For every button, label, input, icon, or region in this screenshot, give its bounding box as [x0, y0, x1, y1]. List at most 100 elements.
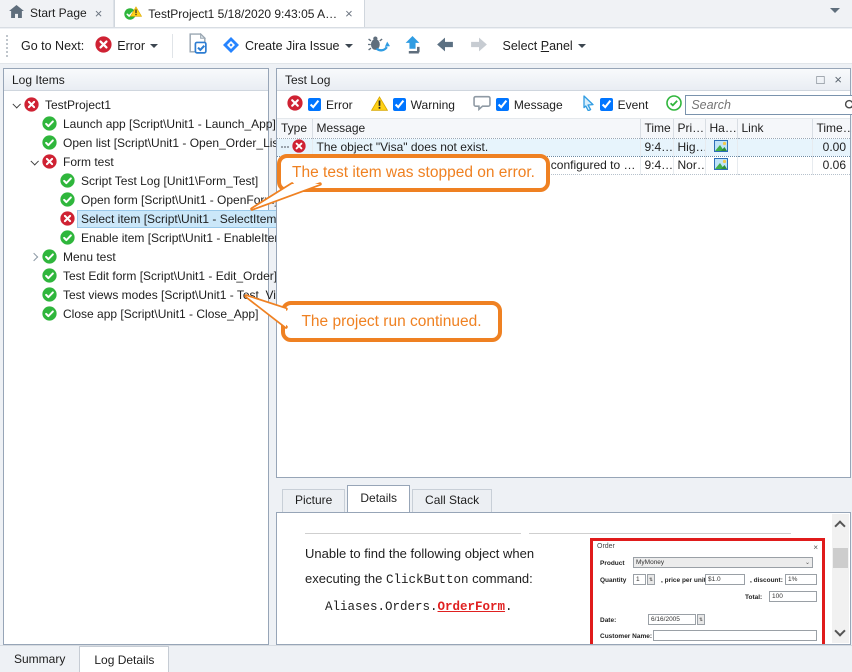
- tab-summary[interactable]: Summary: [0, 646, 79, 672]
- back-button[interactable]: [432, 34, 458, 58]
- post-issue-button[interactable]: [184, 31, 211, 61]
- discount-field: 1%: [785, 574, 817, 585]
- col-time[interactable]: Time: [640, 119, 673, 138]
- callout-tail: [245, 182, 335, 216]
- tab-list-dropdown-icon[interactable]: [830, 8, 840, 18]
- filter-message: Message: [473, 95, 563, 114]
- tree-item-test-edit-form[interactable]: Test Edit form [Script\Unit1 - Edit_Orde…: [4, 266, 268, 285]
- error-icon: [287, 95, 303, 114]
- scrollbar-thumb[interactable]: [833, 548, 848, 568]
- tree-item-script-test-log[interactable]: Script Test Log [Unit1\Form_Test]: [4, 171, 268, 190]
- close-icon[interactable]: ×: [343, 6, 355, 21]
- expander-icon[interactable]: [26, 254, 42, 260]
- message-filter-checkbox[interactable]: [496, 98, 509, 111]
- ok-icon: [60, 192, 78, 207]
- tab-picture[interactable]: Picture: [282, 489, 345, 512]
- panel-title: Test Log: [285, 73, 330, 87]
- go-to-parent-button[interactable]: [401, 33, 424, 59]
- test-result-warning-icon: [124, 6, 142, 22]
- toolbar-separator: [172, 34, 173, 58]
- tab-log-details[interactable]: Log Details: [79, 646, 169, 672]
- log-items-tree: TestProject1 Launch app [Script\Unit1 - …: [4, 91, 268, 323]
- tab-start-page[interactable]: Start Page ×: [0, 0, 114, 27]
- tree-item-open-list[interactable]: Open list [Script\Unit1 - Open_Order_Lis…: [4, 133, 268, 152]
- filter-error: Error: [287, 95, 353, 114]
- result-view-tabs: Summary Log Details: [0, 645, 852, 672]
- log-filter-bar: Error Warning Message Event: [277, 91, 850, 119]
- bug-arrow-icon: [367, 35, 390, 57]
- total-field: 100: [769, 591, 817, 602]
- chevron-down-icon[interactable]: [150, 44, 158, 52]
- scroll-down-icon[interactable]: [834, 625, 845, 636]
- callout-tail: [240, 290, 300, 335]
- tree-item-open-form[interactable]: Open form [Script\Unit1 - OpenForm]: [4, 190, 268, 209]
- tree-item-select-item[interactable]: Select item [Script\Unit1 - SelectItem]: [4, 209, 268, 228]
- test-log-panel: Test Log □ × Error Warning Message Event: [276, 68, 851, 478]
- warning-filter-checkbox[interactable]: [393, 98, 406, 111]
- error-icon: [60, 211, 78, 226]
- tab-call-stack[interactable]: Call Stack: [412, 489, 492, 512]
- toolbar-grip[interactable]: [6, 35, 9, 57]
- tab-details[interactable]: Details: [347, 485, 410, 512]
- tree-item-form-test[interactable]: Form test: [4, 152, 268, 171]
- error-filter-checkbox[interactable]: [308, 98, 321, 111]
- select-panel-button[interactable]: Select Panel: [500, 37, 589, 55]
- time2-cell: 0.06: [812, 156, 850, 174]
- event-filter-checkbox[interactable]: [600, 98, 613, 111]
- filter-label: Error: [326, 98, 353, 112]
- tree-item-test-views-modes[interactable]: Test views modes [Script\Unit1 - Test_Vi…: [4, 285, 268, 304]
- scroll-up-icon[interactable]: [834, 520, 845, 531]
- error-details-text: Unable to find the following object when…: [305, 541, 567, 620]
- expander-icon[interactable]: [26, 159, 42, 165]
- col-priority[interactable]: Pri…: [673, 119, 705, 138]
- detail-tab-bar: Picture Details Call Stack: [276, 486, 851, 512]
- document-check-icon: [187, 33, 208, 59]
- col-time2[interactable]: Time…: [812, 119, 850, 138]
- maximize-icon[interactable]: □: [817, 72, 825, 87]
- date-field: 6/16/2005: [648, 614, 696, 625]
- filter-label: Event: [618, 98, 649, 112]
- divider: [305, 533, 521, 534]
- log-items-panel: Log Items TestProject1 Launch app [Scrip…: [3, 68, 269, 645]
- filter-event: Event: [581, 95, 649, 114]
- vertical-scrollbar[interactable]: [832, 514, 849, 643]
- cursor-arrow-icon: [581, 95, 595, 114]
- warning-icon: [371, 96, 388, 114]
- create-jira-issue-button[interactable]: Create Jira Issue: [219, 34, 355, 59]
- tree-item-menu-test[interactable]: Menu test: [4, 247, 268, 266]
- col-message[interactable]: Message: [312, 119, 640, 138]
- go-to-next-error-button[interactable]: Error: [92, 34, 161, 58]
- price-field: $1.0: [705, 574, 745, 585]
- tab-test-project-log[interactable]: TestProject1 5/18/2020 9:43:05 A… ×: [114, 0, 364, 27]
- orderform-link[interactable]: OrderForm: [438, 600, 506, 614]
- ok-icon: [42, 306, 60, 321]
- picture-icon[interactable]: [714, 141, 728, 155]
- quantity-field: 1: [633, 574, 646, 585]
- col-has-picture[interactable]: Ha…: [705, 119, 737, 138]
- col-type[interactable]: Type: [277, 119, 312, 138]
- divider: [529, 533, 791, 534]
- log-table-header: Type Message Time Pri… Ha… Link Time…: [277, 119, 850, 138]
- col-link[interactable]: Link: [737, 119, 812, 138]
- tab-label: TestProject1 5/18/2020 9:43:05 A…: [148, 7, 337, 21]
- create-jira-label: Create Jira Issue: [245, 39, 339, 53]
- picture-icon[interactable]: [714, 159, 728, 173]
- search-icon: [844, 99, 852, 115]
- chevron-down-icon[interactable]: [578, 44, 586, 52]
- tree-item-close-app[interactable]: Close app [Script\Unit1 - Close_App]: [4, 304, 268, 323]
- filter-search-icon[interactable]: [666, 95, 682, 114]
- search-input[interactable]: [685, 95, 852, 115]
- log-toolbar: Go to Next: Error Create Jira Issue: [0, 29, 852, 64]
- close-icon[interactable]: ×: [834, 72, 842, 87]
- error-icon: [292, 139, 306, 156]
- tree-item-testproject1[interactable]: TestProject1: [4, 95, 268, 114]
- close-icon[interactable]: ×: [93, 6, 105, 21]
- expander-icon[interactable]: [8, 102, 24, 108]
- forward-button[interactable]: [466, 34, 492, 58]
- tree-item-launch-app[interactable]: Launch app [Script\Unit1 - Launch_App]: [4, 114, 268, 133]
- chevron-down-icon[interactable]: [345, 44, 353, 52]
- tree-item-enable-item[interactable]: Enable item [Script\Unit1 - EnableItem]: [4, 228, 268, 247]
- product-combo: MyMoney: [633, 557, 813, 568]
- jump-to-source-button[interactable]: [364, 33, 393, 59]
- panel-title: Log Items: [12, 73, 65, 87]
